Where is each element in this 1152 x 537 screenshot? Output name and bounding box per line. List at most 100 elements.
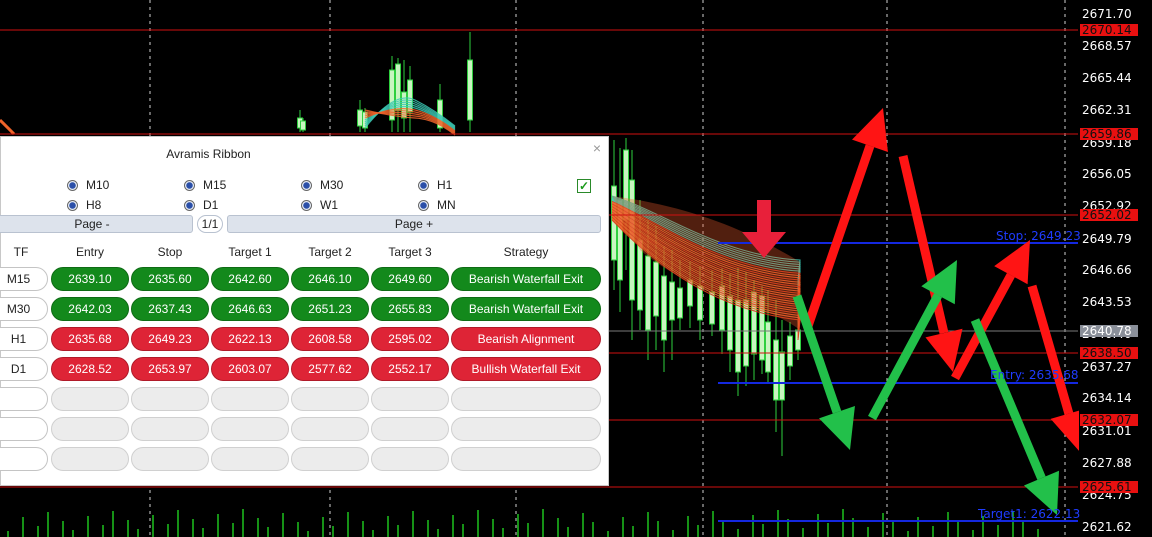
column-header: Target 2 <box>308 245 352 259</box>
empty-cell <box>291 447 369 471</box>
target3-cell: 2552.17 <box>371 357 449 381</box>
timeframe-label: MN <box>437 198 456 212</box>
price-tick-label: 2649.79 <box>1082 232 1132 246</box>
radio-dot-icon <box>184 199 195 211</box>
target1-level-label: Target1: 2622.13 <box>978 507 1081 521</box>
price-level-tag: 2670.14 <box>1080 24 1138 36</box>
column-header: Strategy <box>503 245 549 259</box>
row-timeframe[interactable]: M15 <box>0 267 48 291</box>
entry-cell: 2642.03 <box>51 297 129 321</box>
stop-cell: 2653.97 <box>131 357 209 381</box>
target2-cell: 2577.62 <box>291 357 369 381</box>
row-timeframe[interactable]: M30 <box>0 297 48 321</box>
entry-cell: 2635.68 <box>51 327 129 351</box>
candle-body <box>743 299 749 367</box>
candle-body <box>787 335 793 367</box>
timeframe-radio-h8[interactable]: H8 <box>67 198 101 212</box>
target1-cell: 2646.63 <box>211 297 289 321</box>
empty-cell <box>371 447 449 471</box>
price-tick-label: 2634.14 <box>1082 391 1132 405</box>
target2-cell: 2608.58 <box>291 327 369 351</box>
timeframe-label: H8 <box>86 198 102 212</box>
timeframe-label: W1 <box>320 198 338 212</box>
candle-body <box>735 299 741 373</box>
entry-cell: 2628.52 <box>51 357 129 381</box>
empty-cell <box>51 447 129 471</box>
target1-cell: 2603.07 <box>211 357 289 381</box>
panel-title: Avramis Ribbon <box>166 147 251 161</box>
radio-dot-icon <box>418 179 429 191</box>
bear-down-arrow-shaft <box>898 154 949 335</box>
candle-body <box>779 351 785 401</box>
page-prev-button[interactable]: Page - <box>0 215 193 233</box>
row-timeframe[interactable]: D1 <box>0 357 48 381</box>
strategy-cell: Bearish Waterfall Exit <box>451 297 601 321</box>
price-level-tag: 2638.50 <box>1080 347 1138 359</box>
page-next-button[interactable]: Page + <box>227 215 601 233</box>
target3-cell: 2655.83 <box>371 297 449 321</box>
price-tick-label: 2656.05 <box>1082 167 1132 181</box>
timeframe-label: H1 <box>437 178 453 192</box>
timeframe-radio-m10[interactable]: M10 <box>67 178 109 192</box>
empty-cell <box>371 417 449 441</box>
empty-cell <box>131 447 209 471</box>
timeframe-radio-d1[interactable]: D1 <box>184 198 218 212</box>
price-tick-label: 2671.70 <box>1082 7 1132 21</box>
stop-cell: 2637.43 <box>131 297 209 321</box>
candle-body <box>773 339 779 401</box>
page-indicator: 1/1 <box>197 215 223 233</box>
bear-up-arrow-shaft <box>803 144 875 328</box>
radio-dot-icon <box>67 179 78 191</box>
empty-cell <box>371 387 449 411</box>
target1-cell: 2642.60 <box>211 267 289 291</box>
candle-body <box>669 281 675 321</box>
radio-dot-icon <box>67 199 78 211</box>
price-tick-label: 2665.44 <box>1082 71 1132 85</box>
bull-down-arrow-2-shaft <box>970 318 1046 480</box>
empty-cell <box>211 417 289 441</box>
empty-cell <box>451 447 601 471</box>
entry-level-label: Entry: 2635.68 <box>990 368 1079 382</box>
target3-cell: 2595.02 <box>371 327 449 351</box>
empty-row-timeframe[interactable] <box>0 387 48 411</box>
empty-row-timeframe[interactable] <box>0 417 48 441</box>
price-tick-label: 2627.88 <box>1082 456 1132 470</box>
candle-body <box>357 109 363 127</box>
candle-body <box>653 261 659 317</box>
target3-cell: 2649.60 <box>371 267 449 291</box>
bull-down-arrow-head <box>819 405 855 450</box>
empty-cell <box>291 417 369 441</box>
candle-body <box>697 285 703 321</box>
candle-body <box>645 255 651 331</box>
column-header: Target 3 <box>388 245 432 259</box>
empty-cell <box>131 387 209 411</box>
column-header: Entry <box>75 245 104 259</box>
price-tick-label: 2637.27 <box>1082 360 1132 374</box>
price-level-tag: 2625.61 <box>1080 481 1138 493</box>
empty-cell <box>131 417 209 441</box>
empty-row-timeframe[interactable] <box>0 447 48 471</box>
ribbon-line <box>0 118 16 136</box>
price-tick-label: 2646.66 <box>1082 263 1132 277</box>
candle-body <box>677 287 683 319</box>
radio-dot-icon <box>301 179 312 191</box>
timeframe-radio-m30[interactable]: M30 <box>301 178 343 192</box>
volume-bars <box>7 509 1039 537</box>
row-timeframe[interactable]: H1 <box>0 327 48 351</box>
column-header: TF <box>13 245 29 259</box>
candle-body <box>709 291 715 325</box>
entry-cell: 2639.10 <box>51 267 129 291</box>
price-tick-label: 2668.57 <box>1082 39 1132 53</box>
target2-cell: 2646.10 <box>291 267 369 291</box>
empty-cell <box>211 447 289 471</box>
target1-cell: 2622.13 <box>211 327 289 351</box>
empty-cell <box>51 417 129 441</box>
enable-checkbox[interactable]: ✓ <box>577 179 591 193</box>
timeframe-radio-m15[interactable]: M15 <box>184 178 226 192</box>
timeframe-label: M30 <box>320 178 344 192</box>
candle-body <box>300 120 306 131</box>
close-icon[interactable]: × <box>590 141 604 155</box>
timeframe-radio-w1[interactable]: W1 <box>301 198 338 212</box>
timeframe-radio-h1[interactable]: H1 <box>418 178 452 192</box>
timeframe-radio-mn[interactable]: MN <box>418 198 456 212</box>
